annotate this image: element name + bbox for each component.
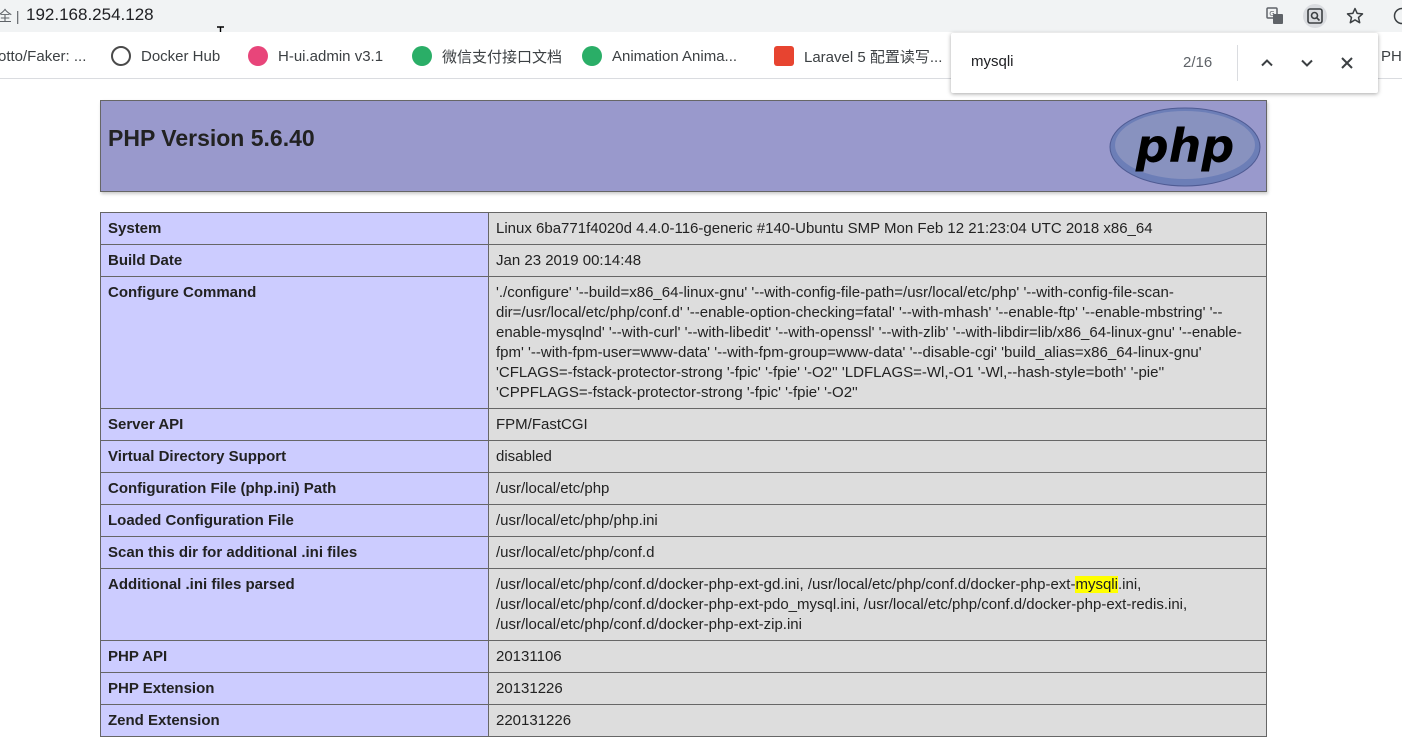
row-value: /usr/local/etc/php/conf.d/docker-php-ext… <box>489 569 1267 641</box>
close-icon[interactable] <box>1334 50 1360 76</box>
php-logo-text: php <box>1135 119 1235 173</box>
chevron-up-icon[interactable] <box>1254 50 1280 76</box>
page-title: PHP Version 5.6.40 <box>108 125 315 152</box>
table-row: Loaded Configuration File /usr/local/etc… <box>101 505 1267 537</box>
bookmark-label: H-ui.admin v3.1 <box>278 48 383 65</box>
row-key: Configuration File (php.ini) Path <box>101 473 489 505</box>
row-value: Linux 6ba771f4020d 4.4.0-116-generic #14… <box>489 213 1267 245</box>
value-text: /usr/local/etc/php/conf.d/docker-php-ext… <box>496 576 1075 593</box>
bookmark-item[interactable]: 微信支付接口文档 <box>412 46 562 66</box>
row-value: /usr/local/etc/php/php.ini <box>489 505 1267 537</box>
bookmark-item[interactable]: Animation Anima... <box>582 46 737 66</box>
bookmark-label: PH <box>1381 48 1402 65</box>
find-input[interactable]: mysqli <box>971 53 1014 70</box>
laravel-icon <box>774 46 794 66</box>
wechat-icon <box>412 46 432 66</box>
php-info-table: System Linux 6ba771f4020d 4.4.0-116-gene… <box>100 212 1267 737</box>
find-icon[interactable] <box>1303 4 1327 28</box>
wechat-icon <box>582 46 602 66</box>
bookmark-item[interactable]: otto/Faker: ... <box>0 46 86 66</box>
row-key: Scan this dir for additional .ini files <box>101 537 489 569</box>
row-key: System <box>101 213 489 245</box>
bookmark-label: 微信支付接口文档 <box>442 46 562 67</box>
row-value: 20131106 <box>489 641 1267 673</box>
table-row: Zend Extension 220131226 <box>101 705 1267 737</box>
find-bar: mysqli 2/16 <box>951 33 1378 93</box>
table-row: PHP API 20131106 <box>101 641 1267 673</box>
row-value: 20131226 <box>489 673 1267 705</box>
table-row: Scan this dir for additional .ini files … <box>101 537 1267 569</box>
table-row: Virtual Directory Support disabled <box>101 441 1267 473</box>
bookmark-item[interactable]: Laravel 5 配置读写... <box>774 46 942 66</box>
bookmark-item[interactable]: H-ui.admin v3.1 <box>248 46 383 66</box>
php-logo: php <box>1109 107 1261 187</box>
docker-icon <box>111 46 131 66</box>
chevron-down-icon[interactable] <box>1294 50 1320 76</box>
svg-text:G: G <box>1269 10 1274 18</box>
hui-icon <box>248 46 268 66</box>
bookmark-item[interactable]: Docker Hub <box>111 46 220 66</box>
row-key: Zend Extension <box>101 705 489 737</box>
row-value: 220131226 <box>489 705 1267 737</box>
find-match-count: 2/16 <box>1183 54 1212 71</box>
row-value: /usr/local/etc/php/conf.d <box>489 537 1267 569</box>
profile-icon[interactable] <box>1390 4 1402 28</box>
find-divider <box>1237 45 1238 81</box>
bookmark-label: Docker Hub <box>141 48 220 65</box>
star-icon[interactable] <box>1343 4 1367 28</box>
php-info-header: PHP Version 5.6.40 php <box>100 100 1267 192</box>
row-value: FPM/FastCGI <box>489 409 1267 441</box>
bookmark-label: Laravel 5 配置读写... <box>804 46 942 67</box>
row-key: Additional .ini files parsed <box>101 569 489 641</box>
table-row: System Linux 6ba771f4020d 4.4.0-116-gene… <box>101 213 1267 245</box>
row-key: Virtual Directory Support <box>101 441 489 473</box>
bookmark-label: otto/Faker: ... <box>0 48 86 65</box>
table-row: Additional .ini files parsed /usr/local/… <box>101 569 1267 641</box>
row-key: Loaded Configuration File <box>101 505 489 537</box>
row-value: './configure' '--build=x86_64-linux-gnu'… <box>489 277 1267 409</box>
row-key: PHP Extension <box>101 673 489 705</box>
table-row: Configuration File (php.ini) Path /usr/l… <box>101 473 1267 505</box>
address-bar[interactable]: 全 | 192.168.254.128 G <box>0 0 1402 32</box>
site-info-label[interactable]: 全 | <box>0 6 20 26</box>
row-value: disabled <box>489 441 1267 473</box>
row-key: Server API <box>101 409 489 441</box>
url-text[interactable]: 192.168.254.128 <box>26 5 154 25</box>
row-key: Configure Command <box>101 277 489 409</box>
row-value: Jan 23 2019 00:14:48 <box>489 245 1267 277</box>
row-key: PHP API <box>101 641 489 673</box>
table-row: PHP Extension 20131226 <box>101 673 1267 705</box>
row-value: /usr/local/etc/php <box>489 473 1267 505</box>
bookmark-label: Animation Anima... <box>612 48 737 65</box>
table-row: Server API FPM/FastCGI <box>101 409 1267 441</box>
search-highlight: mysqli <box>1075 576 1118 593</box>
table-row: Configure Command './configure' '--build… <box>101 277 1267 409</box>
bookmark-item[interactable]: PH <box>1381 46 1402 66</box>
table-row: Build Date Jan 23 2019 00:14:48 <box>101 245 1267 277</box>
row-key: Build Date <box>101 245 489 277</box>
translate-icon[interactable]: G <box>1263 4 1287 28</box>
